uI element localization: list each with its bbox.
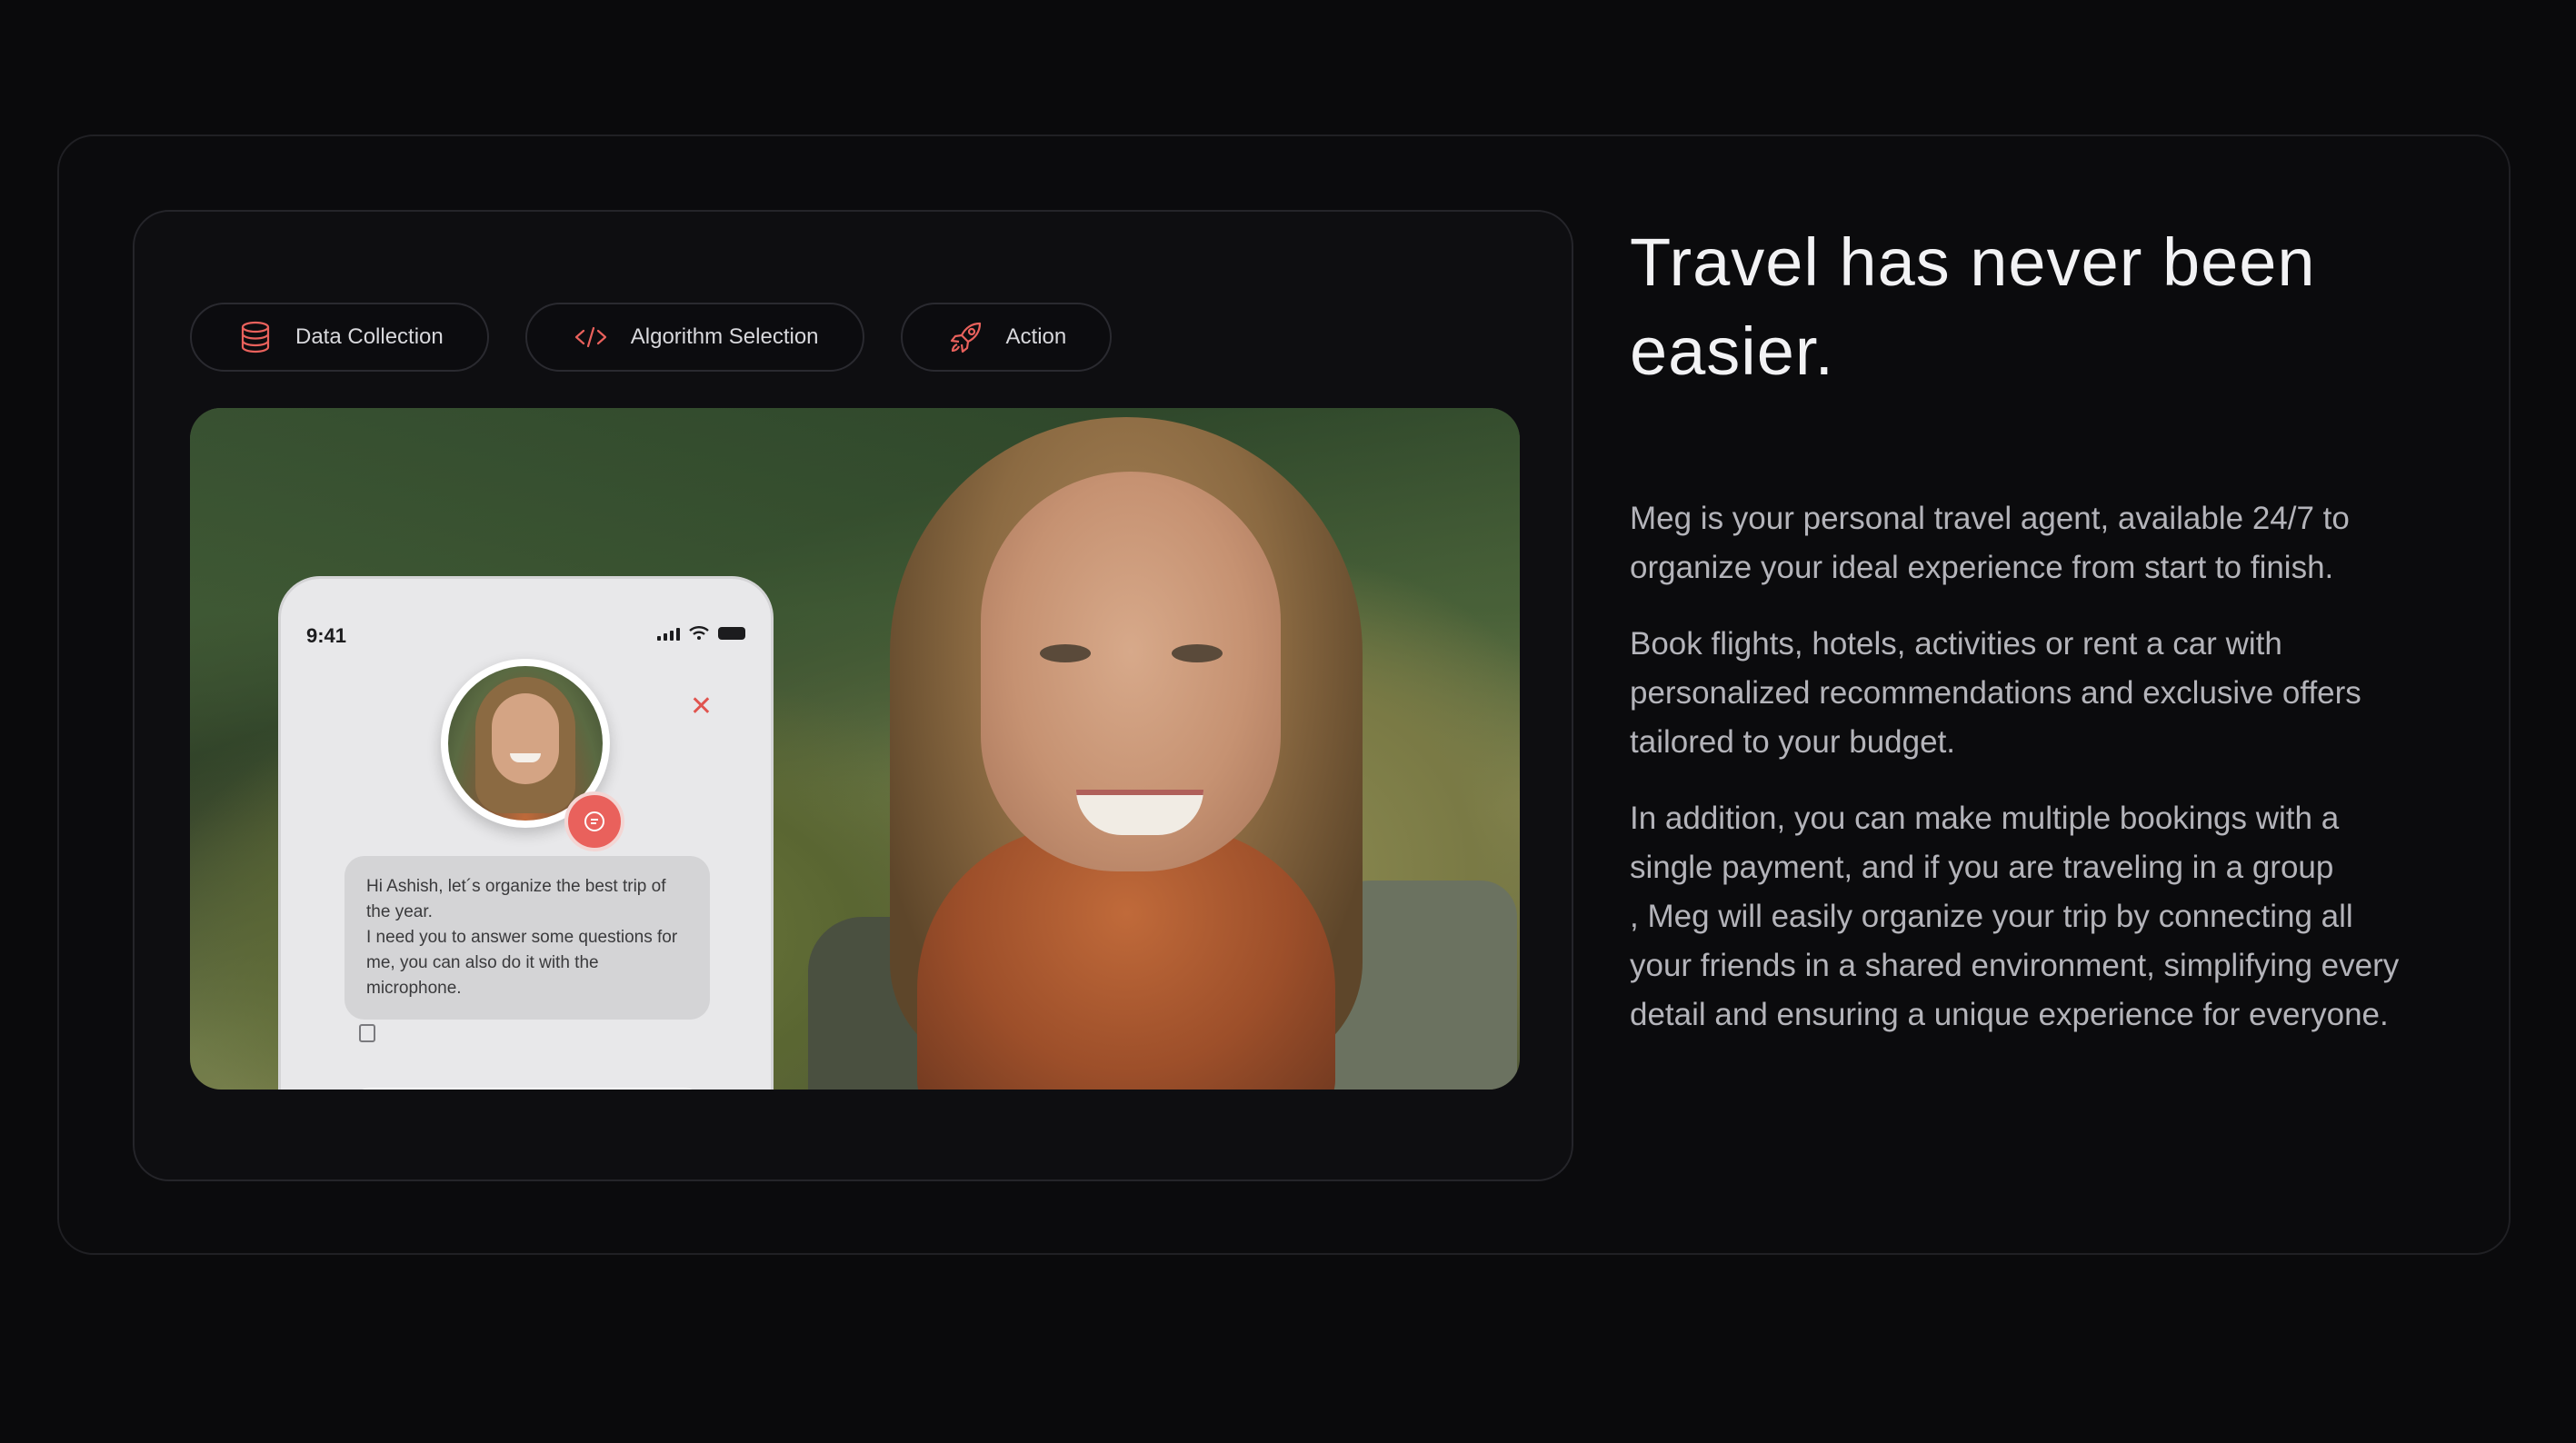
copy-icon[interactable]	[359, 1024, 375, 1042]
wifi-icon	[689, 626, 709, 640]
demo-panel: Data Collection Algorithm Selection Acti…	[133, 210, 1573, 1181]
chip-action[interactable]: Action	[900, 303, 1113, 372]
paragraph-intro: Meg is your personal travel agent, avail…	[1630, 501, 2350, 585]
hero-photo: 9:41 ✕ Hi Ashish, let´s organize the bes…	[190, 408, 1520, 1090]
chat-badge-icon[interactable]	[564, 791, 624, 851]
message-input[interactable]	[344, 1088, 710, 1090]
chip-algorithm-selection[interactable]: Algorithm Selection	[524, 303, 864, 372]
status-icons	[657, 626, 745, 641]
phone-mockup: 9:41 ✕ Hi Ashish, let´s organize the bes…	[278, 576, 774, 1090]
chip-label: Algorithm Selection	[630, 324, 819, 349]
traveler-illustration	[790, 408, 1517, 1090]
battery-icon	[718, 627, 745, 640]
paragraph-booking: Book flights, hotels, activities or rent…	[1630, 626, 2361, 760]
database-icon	[235, 317, 275, 357]
rocket-icon	[946, 317, 986, 357]
step-chips: Data Collection Algorithm Selection Acti…	[190, 303, 1113, 372]
status-time: 9:41	[306, 624, 347, 647]
feature-copy: Travel has never been easier. Meg is you…	[1630, 218, 2411, 1040]
chip-label: Data Collection	[295, 324, 444, 349]
code-icon	[571, 317, 611, 357]
feature-card: Data Collection Algorithm Selection Acti…	[57, 134, 2511, 1255]
paragraph-group: In addition, you can make multiple booki…	[1630, 801, 2400, 1032]
headline: Travel has never been easier.	[1630, 224, 2316, 389]
close-icon[interactable]: ✕	[690, 693, 713, 721]
chip-data-collection[interactable]: Data Collection	[190, 303, 489, 372]
chat-message: Hi Ashish, let´s organize the best trip …	[344, 856, 710, 1020]
signal-icon	[657, 626, 680, 641]
chip-label: Action	[1005, 324, 1067, 349]
